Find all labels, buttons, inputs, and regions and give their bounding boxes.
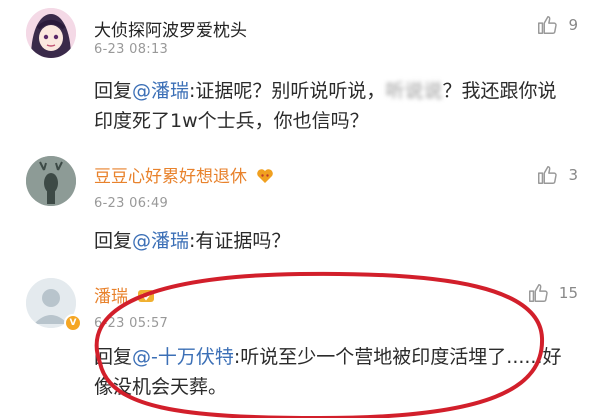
mention-link[interactable]: @潘瑞: [132, 230, 189, 252]
reply-prefix: 回复: [94, 80, 133, 102]
avatar[interactable]: [26, 8, 76, 58]
anime-avatar-icon: [26, 8, 76, 58]
reply-text: 回复@-十万伏特:听说至少一个营地被印度活埋了......好像没机会天葬。: [94, 342, 564, 402]
comment-1: 大侦探阿波罗爱枕头 6-23 08:13 9 回复@潘瑞:证据呢？别听说听说，听…: [0, 0, 600, 132]
thumbs-up-icon: [538, 16, 558, 34]
username-text: 豆豆心好累好想退休: [94, 167, 247, 187]
username[interactable]: 潘瑞: [94, 282, 155, 307]
verified-badge-icon: V: [64, 314, 82, 332]
vip-heart-icon: [257, 169, 274, 183]
thumbs-up-icon: [528, 284, 548, 302]
username-text: 潘瑞: [94, 287, 128, 307]
like-button[interactable]: 9: [536, 14, 578, 36]
mention-link[interactable]: @-十万伏特: [132, 346, 234, 368]
thumbs-up-icon: [538, 166, 558, 184]
timestamp: 6-23 08:13: [94, 42, 169, 57]
comment-3: V 潘瑞 6-23 05:57 15 回复@-十万伏特:听说至少一个营地被印度活…: [0, 270, 600, 400]
reply-prefix: 回复: [94, 346, 133, 368]
reply-text: 回复@潘瑞:有证据吗？: [94, 226, 564, 256]
timestamp: 6-23 05:57: [94, 316, 169, 331]
blurred-text: 听说说: [385, 80, 443, 102]
like-count: 15: [558, 284, 578, 302]
comment-2: 豆豆心好累好想退休 6-23 06:49 3 回复@潘瑞:有证据吗？: [0, 140, 600, 270]
username[interactable]: 豆豆心好累好想退休: [94, 162, 274, 187]
mention-link[interactable]: @潘瑞: [132, 80, 189, 102]
like-count: 9: [568, 16, 578, 34]
like-button[interactable]: 3: [536, 164, 578, 186]
reply-prefix: 回复: [94, 230, 133, 252]
vip-badge-icon: [138, 290, 155, 302]
avatar[interactable]: [26, 156, 76, 206]
like-button[interactable]: 15: [527, 282, 578, 304]
reply-body: :有证据吗？: [189, 230, 291, 252]
reply-body: :证据呢？别听说听说，: [189, 80, 386, 102]
deer-avatar-icon: [26, 156, 76, 206]
username[interactable]: 大侦探阿波罗爱枕头: [94, 16, 247, 41]
reply-text: 回复@潘瑞:证据呢？别听说听说，听说说？我还跟你说印度死了1w个士兵，你也信吗？: [94, 76, 564, 136]
like-count: 3: [568, 166, 578, 184]
timestamp: 6-23 06:49: [94, 196, 169, 211]
